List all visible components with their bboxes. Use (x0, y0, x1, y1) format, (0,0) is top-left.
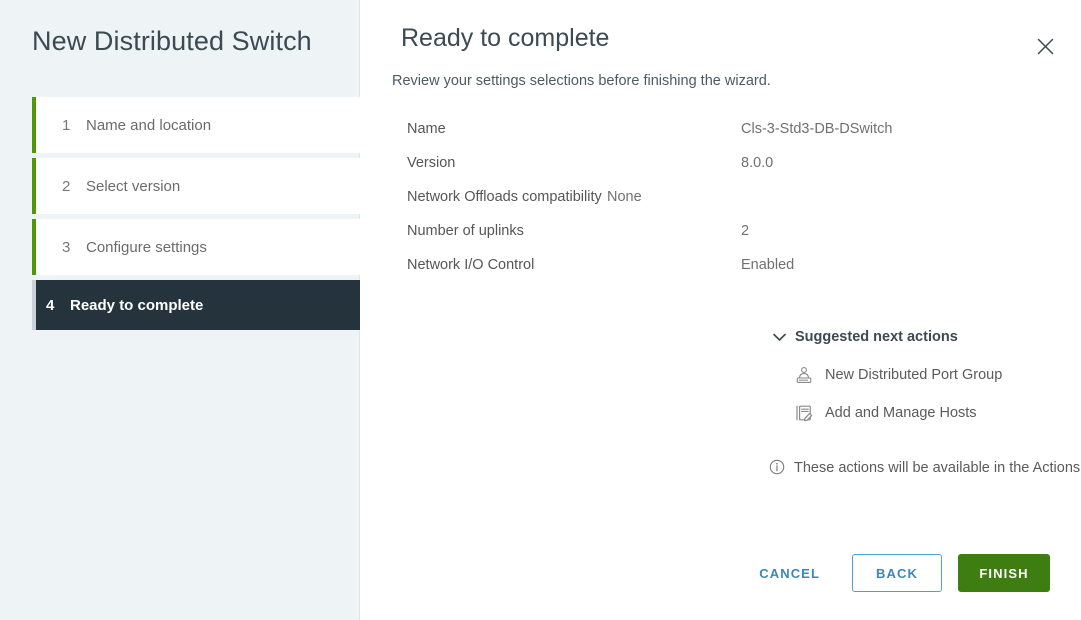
suggested-actions-title: Suggested next actions (795, 329, 958, 345)
summary-label: Number of uplinks (407, 223, 524, 239)
step-number: 2 (62, 177, 71, 195)
step-progress-rail (32, 97, 36, 153)
step-progress-rail (32, 158, 36, 214)
back-button[interactable]: BACK (852, 554, 942, 592)
chevron-down-icon (769, 333, 789, 342)
action-label: New Distributed Port Group (825, 367, 1003, 383)
action-add-and-manage-hosts[interactable]: Add and Manage Hosts (793, 402, 1081, 424)
wizard-footer: CANCEL BACK FINISH (743, 554, 1050, 592)
summary-value: Enabled (741, 257, 795, 273)
step-label: Configure settings (86, 238, 207, 256)
summary-value: None (607, 189, 642, 205)
port-group-icon (793, 364, 815, 386)
step-progress-rail (32, 280, 36, 330)
step-number: 1 (62, 116, 71, 134)
sidebar-step-name-and-location[interactable]: 1 Name and location (32, 97, 360, 153)
page-subtitle: Review your settings selections before f… (392, 73, 771, 89)
step-number: 4 (46, 296, 55, 314)
add-manage-hosts-icon (793, 402, 815, 424)
step-number: 3 (62, 238, 71, 256)
step-label: Name and location (86, 116, 212, 134)
summary-value: 8.0.0 (741, 155, 774, 171)
summary-label: Network I/O Control (407, 257, 535, 273)
new-distributed-switch-wizard: New Distributed Switch 1 Name and locati… (0, 0, 1081, 620)
action-new-distributed-port-group[interactable]: New Distributed Port Group (793, 364, 1081, 386)
summary-value: 2 (741, 223, 750, 239)
summary-label: Version (407, 155, 456, 171)
wizard-main-panel: Ready to complete Review your settings s… (361, 0, 1081, 620)
finish-button[interactable]: FINISH (958, 554, 1050, 592)
close-icon[interactable] (1029, 30, 1061, 62)
page-title: Ready to complete (401, 24, 610, 52)
summary-value: Cls-3-Std3-DB-DSwitch (741, 121, 893, 137)
step-label: Ready to complete (70, 296, 204, 314)
sidebar-step-configure-settings[interactable]: 3 Configure settings (32, 219, 360, 275)
step-progress-rail (32, 219, 36, 275)
summary-list: Name Cls-3-Std3-DB-DSwitch Version 8.0.0… (407, 120, 1017, 290)
summary-row: Number of uplinks 2 (407, 222, 1017, 240)
summary-label: Name (407, 121, 446, 137)
summary-row: Network Offloads compatibility None (407, 188, 1017, 206)
summary-row: Version 8.0.0 (407, 154, 1017, 172)
info-note: These actions will be available in the A… (769, 458, 1081, 479)
summary-row: Network I/O Control Enabled (407, 256, 1017, 274)
step-label: Select version (86, 177, 181, 195)
wizard-title: New Distributed Switch (32, 26, 312, 56)
wizard-sidebar: New Distributed Switch 1 Name and locati… (0, 0, 360, 620)
sidebar-step-ready-to-complete[interactable]: 4 Ready to complete (32, 280, 360, 330)
summary-row: Name Cls-3-Std3-DB-DSwitch (407, 120, 1017, 138)
cancel-button[interactable]: CANCEL (743, 556, 836, 591)
wizard-step-list: 1 Name and location 2 Select version 3 C… (32, 97, 360, 335)
action-label: Add and Manage Hosts (825, 405, 977, 421)
summary-label: Network Offloads compatibility (407, 189, 602, 205)
info-note-text: These actions will be available in the A… (794, 460, 1081, 476)
suggested-next-actions-section: Suggested next actions New Distributed P… (769, 326, 1081, 424)
sidebar-step-select-version[interactable]: 2 Select version (32, 158, 360, 214)
suggested-actions-toggle[interactable]: Suggested next actions (769, 326, 1081, 348)
info-circle-icon (769, 459, 786, 477)
